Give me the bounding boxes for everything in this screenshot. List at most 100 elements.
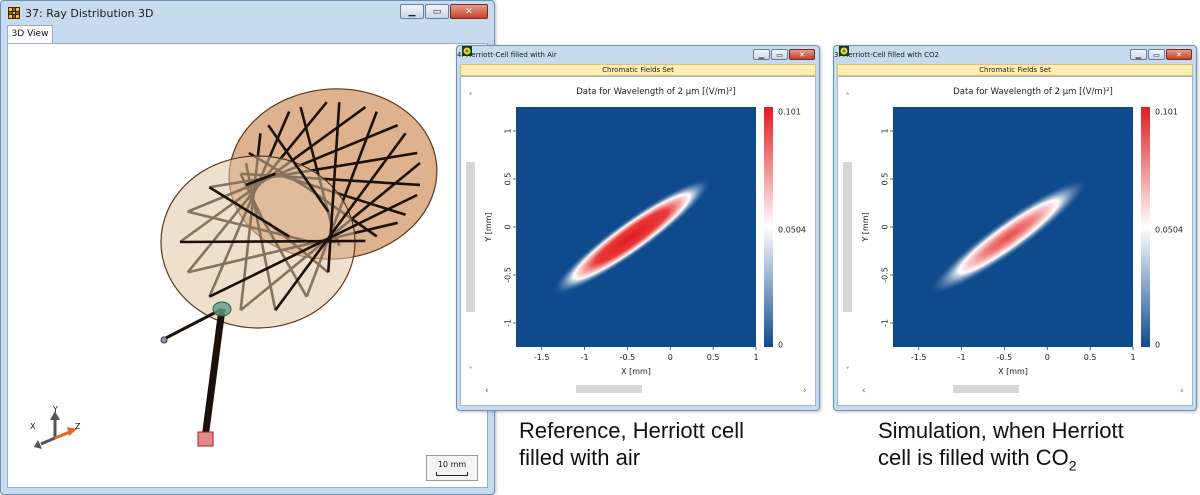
- title-bar[interactable]: 3: Herriott-Cell filled with CO2 ▁ ▭ ✕: [834, 46, 1196, 64]
- plot-title: Data for Wavelength of 2 µm [(V/m)²]: [953, 87, 1113, 97]
- axis-label-z: Z: [75, 422, 81, 431]
- field-window-co2[interactable]: 3: Herriott-Cell filled with CO2 ▁ ▭ ✕ C…: [833, 45, 1197, 411]
- colorbar-tick-label: 0.101: [778, 108, 801, 117]
- maximize-icon: ▭: [432, 6, 442, 17]
- scroll-down-icon[interactable]: ˅: [469, 366, 473, 375]
- tab-3d-view[interactable]: 3D View: [7, 25, 53, 43]
- field-plot: Data for Wavelength of 2 µm [(V/m)²] -1.5…: [466, 87, 807, 396]
- x-tick-label: 1: [753, 353, 758, 362]
- maximize-button[interactable]: ▭: [1148, 49, 1165, 60]
- maximize-icon: ▭: [1153, 50, 1160, 59]
- colorbar-tick-label: 0: [778, 341, 783, 350]
- x-tick-label: -1: [581, 353, 589, 362]
- caption-air-line2: filled with air: [519, 445, 641, 470]
- colorbar: [1141, 107, 1150, 347]
- minimize-button[interactable]: ▁: [1130, 49, 1147, 60]
- vertical-scroll-thumb[interactable]: [466, 162, 475, 312]
- chromatic-fields-banner: Chromatic Fields Set: [460, 64, 816, 76]
- scroll-right-icon[interactable]: ›: [803, 386, 807, 396]
- caption-air-line1: Reference, Herriott cell: [519, 418, 744, 443]
- y-tick-label: 0: [881, 224, 890, 229]
- close-icon: ✕: [1176, 50, 1182, 59]
- y-tick-label: 1: [504, 128, 513, 133]
- scroll-left-icon[interactable]: ‹: [485, 386, 489, 396]
- chromatic-fields-banner: Chromatic Fields Set: [837, 64, 1193, 76]
- caption-air: Reference, Herriott cell filled with air: [519, 417, 744, 471]
- y-tick-label: 0.5: [881, 173, 890, 186]
- vertical-scroll-thumb[interactable]: [843, 162, 852, 312]
- colorbar-tick-label: 0.0504: [778, 226, 806, 235]
- window-title: 37: Ray Distribution 3D: [25, 6, 154, 20]
- close-icon: ✕: [799, 50, 805, 59]
- field-plot-panel[interactable]: Data for Wavelength of 2 µm [(V/m)²] -1.5…: [460, 76, 816, 406]
- minimize-icon: ▁: [408, 6, 416, 17]
- close-button[interactable]: ✕: [450, 4, 488, 19]
- maximize-button[interactable]: ▭: [771, 49, 788, 60]
- scroll-up-icon[interactable]: ˄: [469, 92, 473, 101]
- caption-co2-line2-text: cell is filled with CO: [878, 445, 1069, 470]
- x-tick-label: -1: [958, 353, 966, 362]
- x-tick-label: 0: [668, 353, 673, 362]
- entry-port: [212, 301, 232, 317]
- field-window-air[interactable]: 4: Herriott-Cell filled with Air ▁ ▭ ✕ C…: [456, 45, 820, 411]
- field-app-icon: [839, 46, 849, 56]
- field-app-icon: [462, 46, 472, 56]
- colorbar-tick-label: 0: [1155, 341, 1160, 350]
- horizontal-scroll-thumb[interactable]: [953, 385, 1019, 393]
- window-title: 3: Herriott-Cell filled with CO2: [834, 51, 939, 59]
- x-tick-label: -1.5: [911, 353, 927, 362]
- axis-triad: [34, 411, 77, 449]
- source-marker: [160, 336, 168, 344]
- x-axis-label: X [mm]: [998, 367, 1028, 376]
- x-tick-label: 0.5: [707, 353, 720, 362]
- x-tick-label: -0.5: [997, 353, 1013, 362]
- y-tick-label: -1: [504, 319, 513, 327]
- input-beam-left: [163, 307, 223, 341]
- y-tick-label: -1: [881, 319, 890, 327]
- x-tick-label: 0: [1045, 353, 1050, 362]
- detector: [197, 431, 214, 447]
- 3d-viewport[interactable]: Y X Z 10 mm: [7, 43, 488, 488]
- scroll-left-icon[interactable]: ‹: [862, 386, 866, 396]
- scale-bar: 10 mm: [426, 455, 478, 481]
- minimize-icon: ▁: [1135, 50, 1142, 59]
- x-tick-label: 1: [1130, 353, 1135, 362]
- caption-co2-line1: Simulation, when Herriott: [878, 418, 1124, 443]
- scroll-right-icon[interactable]: ›: [1180, 386, 1184, 396]
- maximize-icon: ▭: [776, 50, 783, 59]
- y-tick-label: 0.5: [504, 173, 513, 186]
- horizontal-scroll-thumb[interactable]: [576, 385, 642, 393]
- axis-label-x: X: [30, 422, 36, 431]
- close-button[interactable]: ✕: [789, 49, 815, 60]
- y-tick-label: 1: [881, 128, 890, 133]
- colorbar: [764, 107, 773, 347]
- field-plot-panel[interactable]: Data for Wavelength of 2 µm [(V/m)²] -1.5…: [837, 76, 1193, 406]
- minimize-button[interactable]: ▁: [400, 4, 424, 19]
- caption-co2-subscript: 2: [1068, 457, 1077, 474]
- title-bar[interactable]: 4: Herriott-Cell filled with Air ▁ ▭ ✕: [457, 46, 819, 64]
- caption-co2-line2: cell is filled with CO2: [878, 444, 1124, 479]
- plot-title: Data for Wavelength of 2 µm [(V/m)²]: [576, 87, 736, 97]
- close-icon: ✕: [465, 6, 473, 17]
- colorbar-tick-label: 0.101: [1155, 108, 1178, 117]
- ray-distribution-window[interactable]: 37: Ray Distribution 3D ▁ ▭ ✕ 3D View Y …: [0, 0, 495, 495]
- x-tick-label: -0.5: [620, 353, 636, 362]
- grid-app-icon: [8, 7, 20, 19]
- field-plot: Data for Wavelength of 2 µm [(V/m)²] -1.5…: [843, 87, 1184, 396]
- x-tick-label: 0.5: [1084, 353, 1097, 362]
- input-beam-down: [201, 308, 226, 439]
- scroll-up-icon[interactable]: ˄: [846, 92, 850, 101]
- ray-segment: [179, 239, 366, 244]
- y-tick-label: -0.5: [504, 267, 513, 283]
- y-tick-label: -0.5: [881, 267, 890, 283]
- close-button[interactable]: ✕: [1166, 49, 1192, 60]
- minimize-button[interactable]: ▁: [753, 49, 770, 60]
- axis-label-y: Y: [53, 405, 58, 414]
- ray-scene: [34, 88, 438, 449]
- minimize-icon: ▁: [758, 50, 765, 59]
- title-bar[interactable]: 37: Ray Distribution 3D ▁ ▭ ✕: [1, 1, 494, 25]
- scale-bar-line: [436, 472, 468, 476]
- maximize-button[interactable]: ▭: [425, 4, 449, 19]
- scroll-down-icon[interactable]: ˅: [846, 366, 850, 375]
- caption-co2: Simulation, when Herriott cell is filled…: [878, 417, 1124, 479]
